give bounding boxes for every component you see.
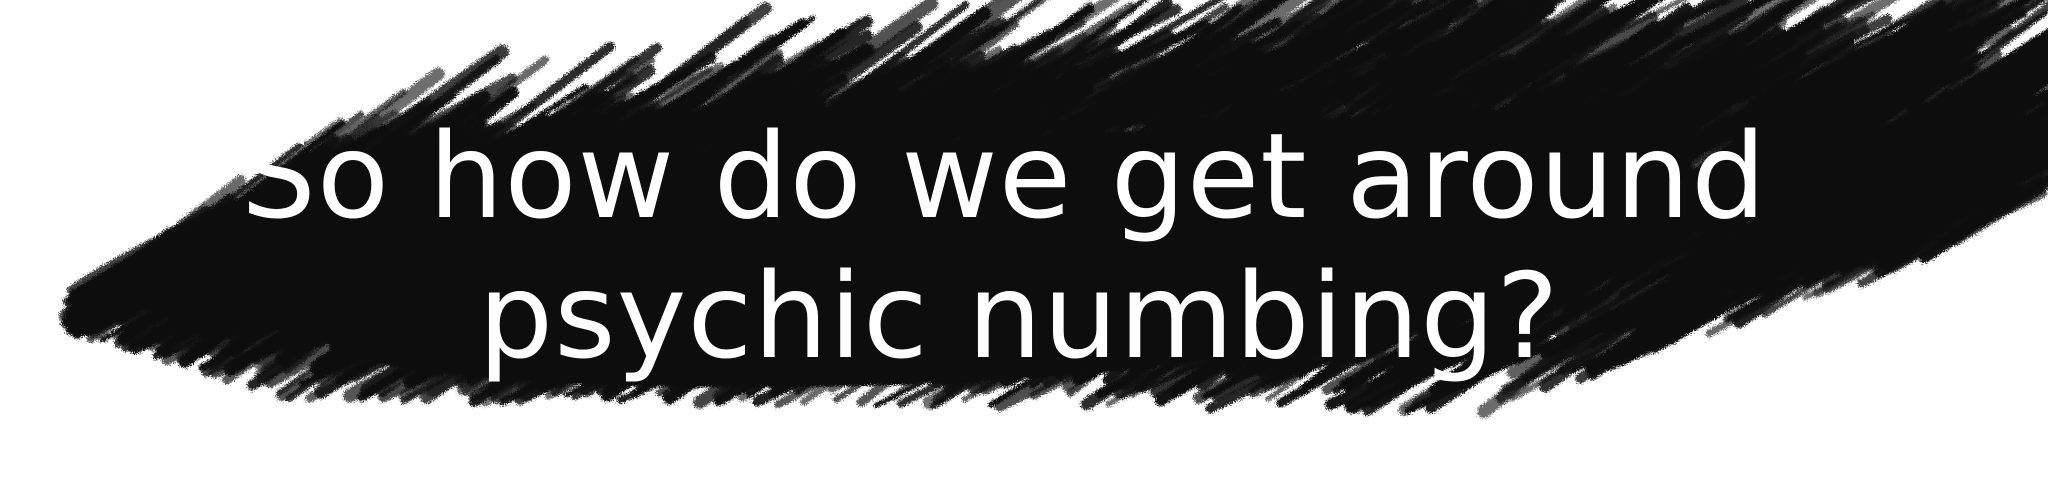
- slide-headline: So how do we get around psychic numbing?: [0, 0, 2048, 492]
- headline-line-1: So how do we get around: [240, 107, 1767, 245]
- headline-line-2: psychic numbing?: [478, 247, 1560, 385]
- slide: So how do we get around psychic numbing?: [0, 0, 2048, 492]
